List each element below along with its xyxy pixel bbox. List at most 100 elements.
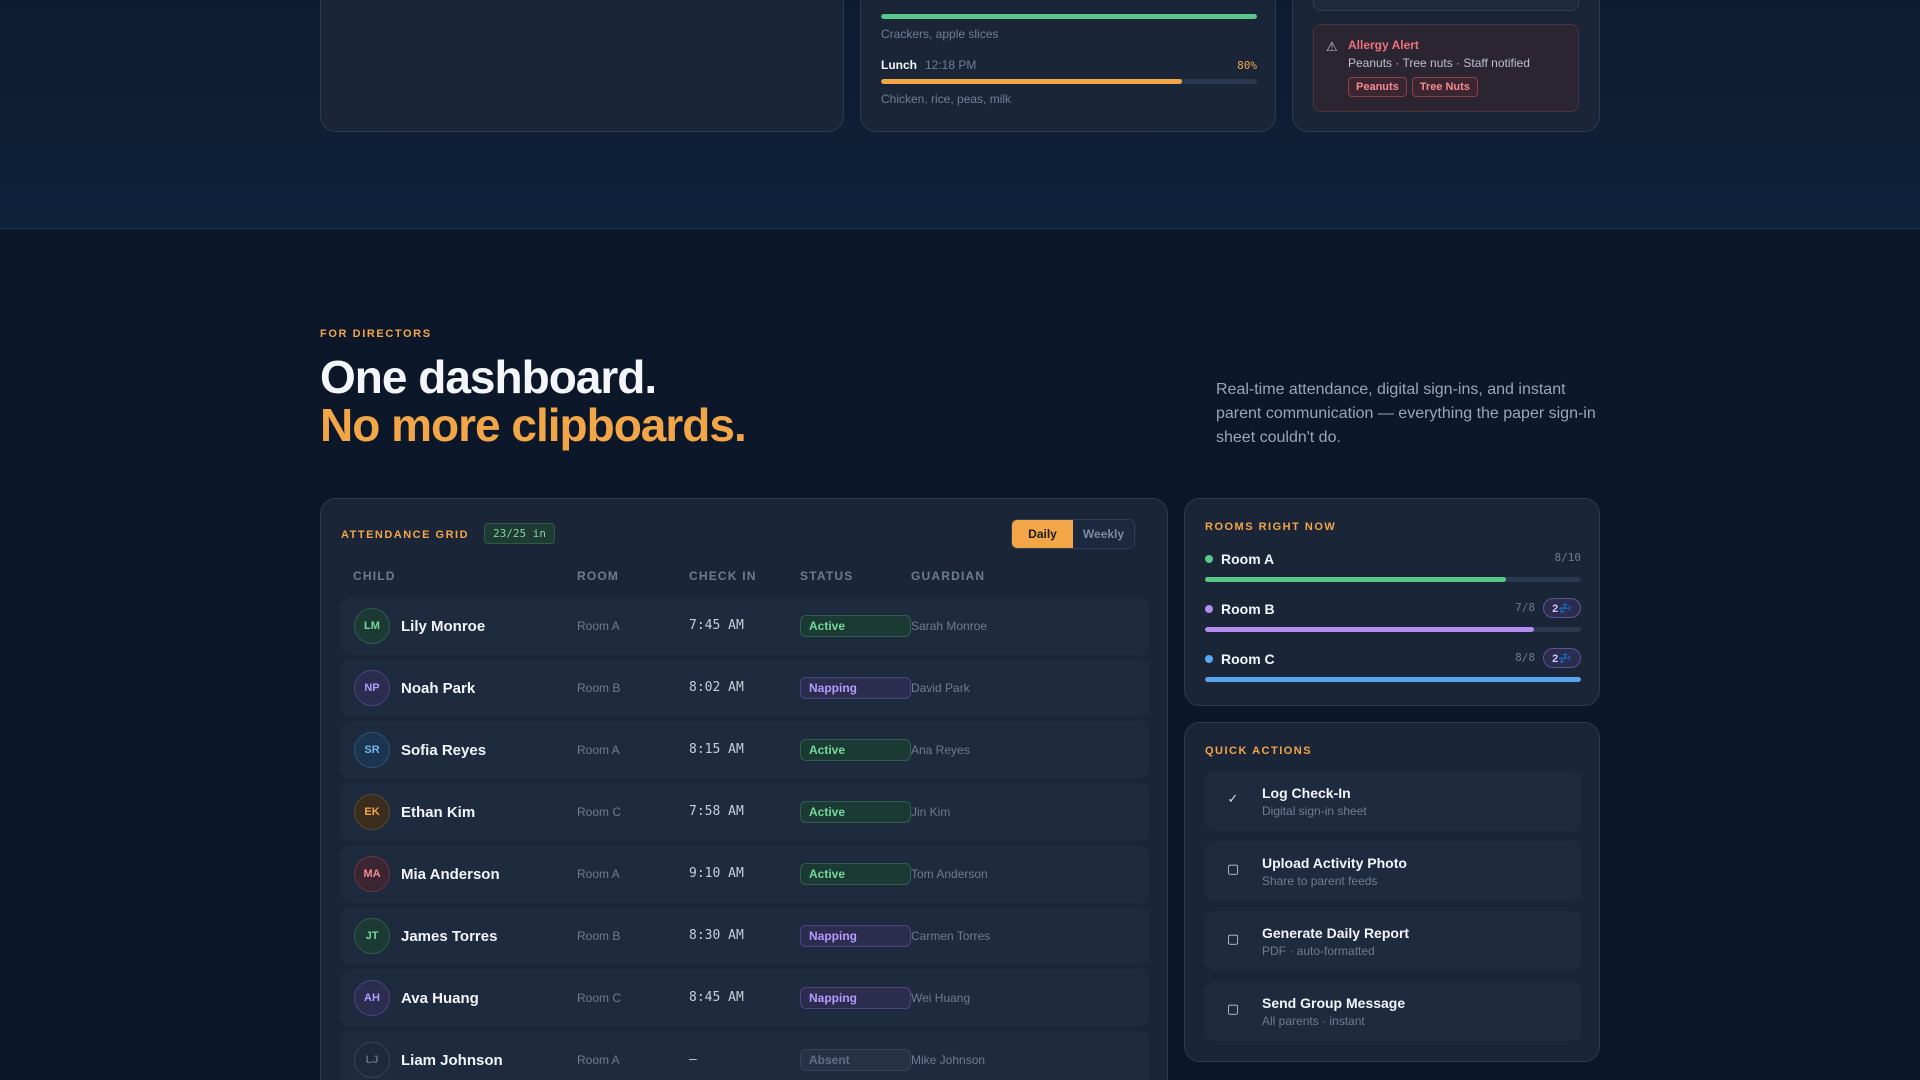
meal-progress-fill [881,14,1257,19]
message-icon: ▢ [1226,1001,1240,1016]
action-subtitle: Digital sign-in sheet [1262,804,1367,818]
table-row[interactable]: SR Sofia Reyes Room A 8:15 AM Active Ana Reye… [341,721,1149,779]
child-name: James Torres [401,928,498,945]
guardian-name: Mike Johnson [911,1053,986,1067]
avatar: SR [354,732,390,768]
check-in-time: 7:45 AM [689,618,744,633]
child-name: Mia Anderson [401,866,500,883]
avatar: LM [354,608,390,644]
rooms-card: ROOMS RIGHT NOW Room A 8/10 Room B 7/8 2💤 Roo… [1184,498,1600,706]
meal-item: Crackers, apple slices [881,0,1257,41]
status-badge: Napping [800,987,911,1009]
check-in-time: 8:30 AM [689,928,744,943]
avatar: NP [354,670,390,706]
guardian-name: Ana Reyes [911,743,970,757]
table-row[interactable]: NP Noah Park Room B 8:02 AM Napping David Par… [341,659,1149,717]
room-capacity: 8/8 [1515,651,1535,664]
room-capacity-bar [1205,577,1581,582]
guardian-name: Jin Kim [911,805,951,819]
child-room: Room A [577,619,620,633]
meal-progress [881,14,1257,19]
section-eyebrow: FOR DIRECTORS [320,328,432,340]
room-capacity-fill [1205,677,1581,682]
child-name: Ethan Kim [401,804,476,821]
attendance-count-badge: 23/25 in [484,523,555,544]
status-badge: Active [800,863,911,885]
child-room: Room A [577,743,620,757]
log-check-in-button[interactable]: ✓ Log Check-In Digital sign-in sheet [1205,771,1581,831]
meal-item: Lunch 12:18 PM 80% Chicken, rice, peas, … [881,58,1257,106]
room-name: Room B [1221,601,1275,617]
room-capacity-bar [1205,627,1581,632]
meal-progress [881,79,1257,84]
attendance-grid-card: ATTENDANCE GRID 23/25 in Daily Weekly CH… [320,498,1168,1080]
meal-description: Chicken, rice, peas, milk [881,92,1012,106]
health-card: ⚠ Allergy Alert Peanuts · Tree nuts · St… [1292,0,1600,132]
table-row[interactable]: JT James Torres Room B 8:30 AM Napping Carmen… [341,907,1149,965]
headline-line-1: One dashboard. [320,351,657,403]
room-name: Room A [1221,551,1275,567]
meal-progress-fill [881,79,1182,84]
child-room: Room B [577,929,621,943]
report-icon: ▢ [1226,931,1240,946]
room-capacity: 8/10 [1554,551,1582,564]
child-room: Room A [577,1053,620,1067]
table-header: CHILD ROOM CHECK IN STATUS GUARDIAN [353,569,1133,585]
guardian-name: Wei Huang [911,991,971,1005]
table-row[interactable]: LJ Liam Johnson Room A — Absent Mike Johnson [341,1031,1149,1080]
meal-time: 12:18 PM [925,58,977,72]
headline-line-2: No more clipboards. [320,399,747,451]
preview-card [320,0,844,132]
allergy-tag: Tree Nuts [1411,77,1478,97]
column-header-check-in: CHECK IN [689,569,757,583]
table-row[interactable]: MA Mia Anderson Room A 9:10 AM Active Tom And… [341,845,1149,903]
action-subtitle: All parents · instant [1262,1014,1365,1028]
check-in-time: 9:10 AM [689,866,744,881]
status-badge: Napping [800,677,911,699]
room-capacity-fill [1205,577,1506,582]
room-dot [1205,655,1213,663]
status-badge: Napping [800,925,911,947]
avatar: AH [354,980,390,1016]
action-subtitle: PDF · auto-formatted [1262,944,1375,958]
warning-icon: ⚠ [1326,39,1338,54]
generate-daily-report-button[interactable]: ▢ Generate Daily Report PDF · auto-formatt… [1205,911,1581,971]
column-header-guardian: GUARDIAN [911,569,986,583]
allergy-text: Peanuts · Tree nuts · Staff notified [1348,56,1530,70]
child-room: Room B [577,681,621,695]
child-name: Lily Monroe [401,618,486,635]
room-name: Room C [1221,651,1275,667]
column-header-child: CHILD [353,569,396,583]
status-badge: Absent [800,1049,911,1071]
room-status: Room C 8/8 2💤 [1205,645,1581,685]
tab-daily[interactable]: Daily [1012,520,1073,548]
room-capacity-fill [1205,627,1534,632]
health-item [1313,0,1579,11]
allergy-tag: Peanuts [1348,77,1407,97]
table-row[interactable]: AH Ava Huang Room C 8:45 AM Napping Wei Huang [341,969,1149,1027]
upload-activity-photo-button[interactable]: ▢ Upload Activity Photo Share to parent fe… [1205,841,1581,901]
status-badge: Active [800,739,911,761]
check-in-time: 8:45 AM [689,990,744,1005]
tab-weekly[interactable]: Weekly [1073,520,1134,548]
check-icon: ✓ [1227,791,1239,806]
send-group-message-button[interactable]: ▢ Send Group Message All parents · instant [1205,981,1581,1041]
action-title: Log Check-In [1262,785,1351,801]
avatar: LJ [354,1042,390,1078]
room-status: Room B 7/8 2💤 [1205,595,1581,635]
allergy-alert: ⚠ Allergy Alert Peanuts · Tree nuts · St… [1313,24,1579,112]
action-title: Upload Activity Photo [1262,855,1407,871]
room-status: Room A 8/10 [1205,545,1581,585]
attendance-rows: LM Lily Monroe Room A 7:45 AM Active Sarah Mo… [341,597,1149,1080]
section-description: Real-time attendance, digital sign-ins, … [1216,381,1596,446]
avatar: MA [354,856,390,892]
room-dot [1205,605,1213,613]
table-row[interactable]: EK Ethan Kim Room C 7:58 AM Active Jin Kim [341,783,1149,841]
quick-actions-title: QUICK ACTIONS [1205,745,1313,757]
allergy-title: Allergy Alert [1348,38,1419,52]
column-header-status: STATUS [800,569,854,583]
guardian-name: Sarah Monroe [911,619,988,633]
table-row[interactable]: LM Lily Monroe Room A 7:45 AM Active Sarah Mo… [341,597,1149,655]
column-header-room: ROOM [577,569,620,583]
child-name: Noah Park [401,680,476,697]
